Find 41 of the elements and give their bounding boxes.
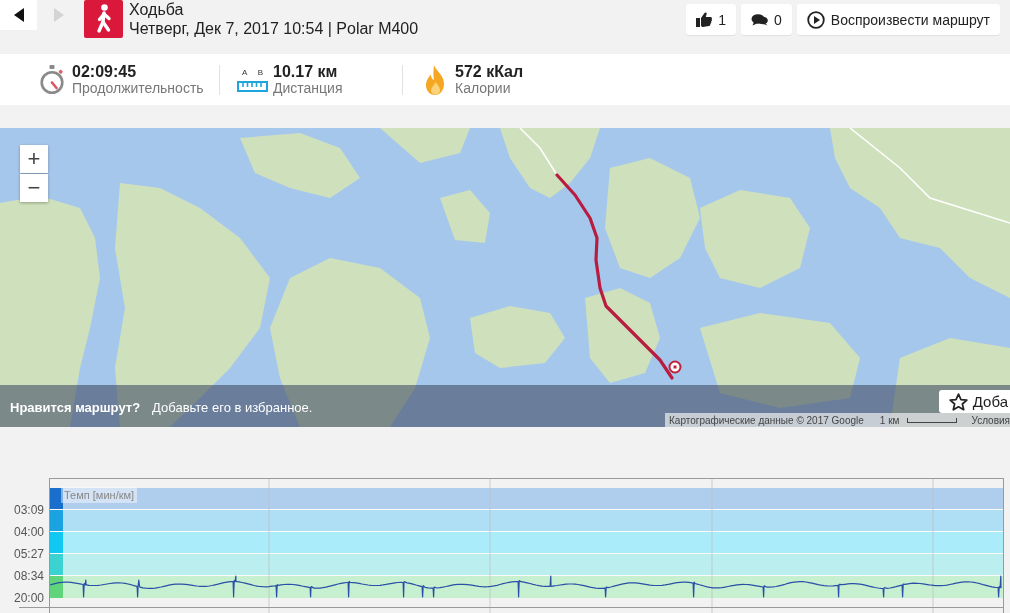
map-scale-bar xyxy=(907,417,958,423)
zoom-out-button[interactable]: − xyxy=(20,174,48,202)
activity-title: Ходьба xyxy=(129,0,185,19)
axis-label: 03:09 xyxy=(13,503,44,517)
flame-icon xyxy=(425,64,445,95)
stat-value: 02:09:45 xyxy=(72,62,138,80)
activity-subtitle: Четверг, Дек 7, 2017 10:54 | Polar M400 xyxy=(129,19,419,38)
axis-label: 20:00 xyxy=(13,591,44,605)
point-label: B xyxy=(257,67,263,77)
location-marker-icon xyxy=(668,360,682,374)
stat-label: Калории xyxy=(455,79,512,97)
terms-link[interactable]: Условия xyxy=(971,414,1010,426)
axis-label: 08:34 xyxy=(13,569,44,583)
zoom-in-button[interactable]: + xyxy=(20,145,48,173)
point-label: A xyxy=(242,67,248,77)
comments-button[interactable]: 0 xyxy=(741,4,792,35)
axis-label: 05:27 xyxy=(13,547,44,561)
back-button[interactable] xyxy=(0,0,37,30)
right-arrow-icon xyxy=(53,8,64,22)
stat-value: 572 кКал xyxy=(455,62,524,80)
scale-label: 1 км xyxy=(879,414,900,426)
ruler-icon xyxy=(237,80,268,92)
thumbs-up-icon xyxy=(696,12,713,27)
like-button[interactable]: 1 xyxy=(686,4,736,35)
prompt-question: Нравится маршрут? xyxy=(10,399,141,415)
island xyxy=(440,190,490,243)
axis-label: 04:00 xyxy=(13,525,44,539)
left-arrow-icon xyxy=(13,8,24,22)
play-route-button[interactable]: Воспроизвести маршрут xyxy=(796,4,1000,35)
play-circle-icon xyxy=(806,10,825,29)
stat-label: Продолжительность xyxy=(72,79,204,97)
stopwatch-icon xyxy=(40,64,64,95)
stat-value: 10.17 км xyxy=(273,62,339,80)
stat-label: Дистанция xyxy=(273,79,343,97)
speech-bubbles-icon xyxy=(751,13,768,26)
chart-title: Темп [мин/км] xyxy=(61,487,138,503)
walking-person-icon xyxy=(84,0,123,38)
add-favorite-button[interactable]: Доба xyxy=(938,390,1010,413)
prompt-text: Добавьте его в избранное. xyxy=(152,399,313,415)
star-icon xyxy=(948,392,968,411)
attribution-text: Картографические данные © 2017 Google xyxy=(669,414,864,426)
